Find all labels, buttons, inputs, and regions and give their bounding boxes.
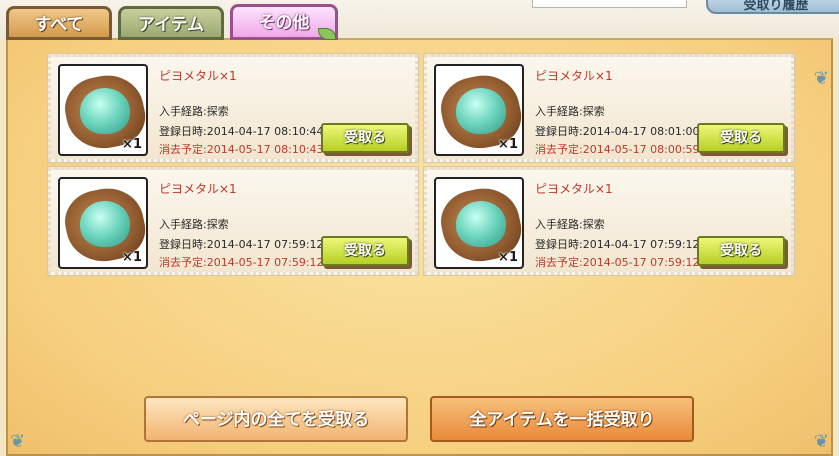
item-route: 入手経路:探索	[535, 105, 605, 118]
piyo-metal-icon	[456, 201, 506, 247]
item-expires: 消去予定:2014-05-17 07:59:12	[159, 256, 324, 269]
item-thumbnail: ×1	[58, 177, 148, 269]
receive-all-button[interactable]: 全アイテムを一括受取り	[430, 396, 694, 442]
item-registered: 登録日時:2014-04-17 08:10:44	[159, 125, 324, 138]
item-registered: 登録日時:2014-04-17 08:01:00	[535, 125, 700, 138]
item-registered: 登録日時:2014-04-17 07:59:12	[535, 238, 700, 251]
item-route: 入手経路:探索	[159, 105, 229, 118]
item-registered: 登録日時:2014-04-17 07:59:12	[159, 238, 324, 251]
item-quantity: ×1	[498, 250, 518, 265]
piyo-metal-icon	[456, 88, 506, 134]
corner-ornament-icon: ❦	[813, 68, 829, 89]
item-card: ×1 ピヨメタル×1 入手経路:探索 登録日時:2014-04-17 07:59…	[423, 166, 795, 276]
item-card: ×1 ピヨメタル×1 入手経路:探索 登録日時:2014-04-17 08:01…	[423, 53, 795, 163]
item-quantity: ×1	[498, 137, 518, 152]
receive-button[interactable]: 受取る	[697, 236, 785, 266]
corner-ornament-icon: ❦	[813, 431, 829, 452]
receive-button[interactable]: 受取る	[321, 236, 409, 266]
top-search-field[interactable]	[532, 0, 687, 8]
receive-history-button[interactable]: 受取り履歴	[706, 0, 839, 14]
item-thumbnail: ×1	[434, 177, 524, 269]
item-expires: 消去予定:2014-05-17 08:00:59	[535, 143, 700, 156]
receive-page-button[interactable]: ページ内の全てを受取る	[144, 396, 408, 442]
item-card: ×1 ピヨメタル×1 入手経路:探索 登録日時:2014-04-17 07:59…	[47, 166, 419, 276]
item-expires: 消去予定:2014-05-17 07:59:12	[535, 256, 700, 269]
tab-all[interactable]: すべて	[6, 6, 112, 40]
piyo-metal-icon	[80, 201, 130, 247]
item-card: ×1 ピヨメタル×1 入手経路:探索 登録日時:2014-04-17 08:10…	[47, 53, 419, 163]
item-route: 入手経路:探索	[535, 218, 605, 231]
receive-button[interactable]: 受取る	[321, 123, 409, 153]
item-name: ピヨメタル×1	[159, 69, 237, 83]
item-name: ピヨメタル×1	[535, 69, 613, 83]
corner-ornament-icon: ❦	[10, 431, 26, 452]
item-quantity: ×1	[122, 250, 142, 265]
piyo-metal-icon	[80, 88, 130, 134]
item-name: ピヨメタル×1	[535, 182, 613, 196]
item-route: 入手経路:探索	[159, 218, 229, 231]
item-quantity: ×1	[122, 137, 142, 152]
item-thumbnail: ×1	[58, 64, 148, 156]
tab-items[interactable]: アイテム	[118, 6, 224, 40]
item-thumbnail: ×1	[434, 64, 524, 156]
receive-button[interactable]: 受取る	[697, 123, 785, 153]
item-name: ピヨメタル×1	[159, 182, 237, 196]
item-expires: 消去予定:2014-05-17 08:10:43	[159, 143, 324, 156]
